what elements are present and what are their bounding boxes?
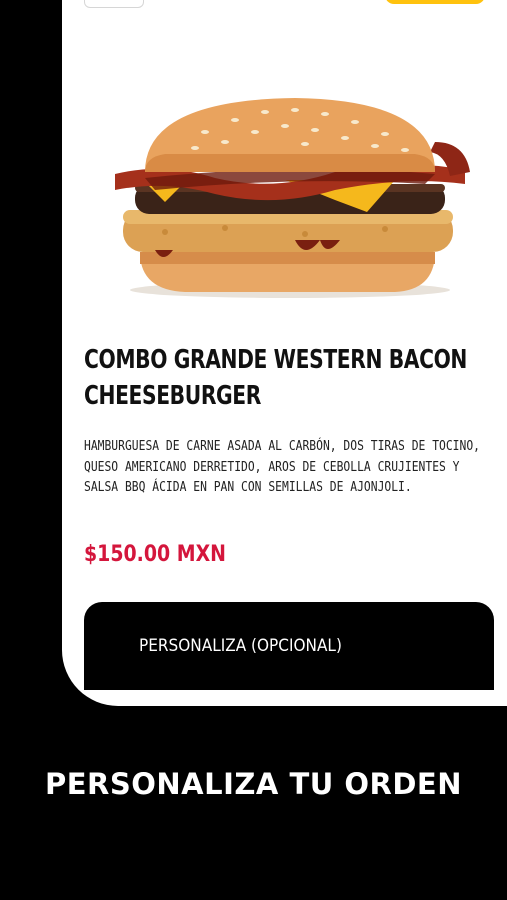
customize-order-heading: PERSONALIZA TU ORDEN: [44, 767, 463, 801]
product-price: $150.00 MXN: [84, 542, 227, 567]
burger-image: [115, 98, 470, 298]
back-button[interactable]: [84, 0, 144, 8]
customize-button[interactable]: PERSONALIZA (OPCIONAL): [84, 602, 494, 690]
cart-pill-button[interactable]: [385, 0, 485, 4]
customize-button-label: PERSONALIZA (OPCIONAL): [139, 636, 342, 656]
product-title: COMBO GRANDE WESTERN BACON CHEESEBURGER: [84, 345, 468, 411]
product-description: HAMBURGUESA DE CARNE ASADA AL CARBÓN, DO…: [84, 438, 480, 495]
